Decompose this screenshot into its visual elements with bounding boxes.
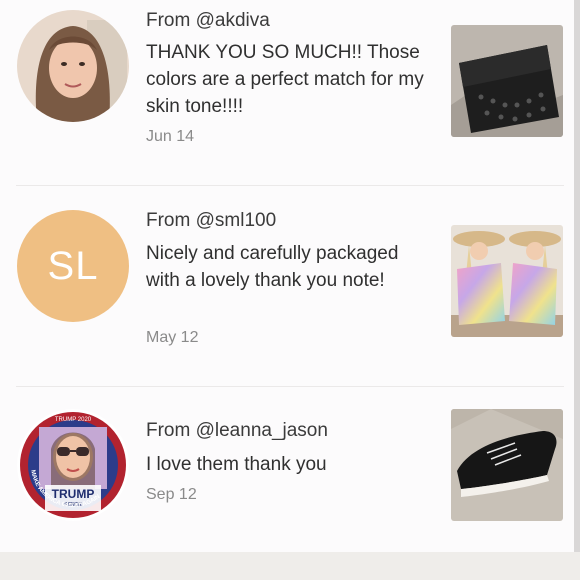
avatar[interactable]: TRUMP PENCE TRUMP 2020 MAKE AMERICA GREA… (17, 409, 129, 521)
review-date: Jun 14 (146, 128, 195, 145)
review-date: Sep 12 (146, 486, 197, 503)
review-message: I love them thank you (146, 454, 327, 475)
badge-top: TRUMP 2020 (55, 417, 92, 423)
badge-name: TRUMP (52, 487, 95, 501)
divider (16, 185, 564, 186)
review-author[interactable]: From @sml100 (146, 210, 276, 232)
avatar[interactable] (17, 10, 129, 122)
scrollbar[interactable] (574, 0, 580, 552)
review-author[interactable]: From @akdiva (146, 10, 270, 32)
review-message: THANK YOU SO MUCH!! Those colors are a p… (146, 42, 424, 117)
divider (16, 386, 564, 387)
avatar[interactable]: SL (17, 210, 129, 322)
review-message: Nicely and carefully packaged with a lov… (146, 243, 399, 291)
product-thumbnail[interactable] (451, 409, 563, 521)
avatar-initials: SL (47, 243, 99, 288)
footer-bar (0, 552, 580, 580)
product-thumbnail[interactable] (451, 225, 563, 337)
product-thumbnail[interactable] (451, 25, 563, 137)
review-date: May 12 (146, 329, 199, 346)
review-author[interactable]: From @leanna_jason (146, 420, 328, 442)
